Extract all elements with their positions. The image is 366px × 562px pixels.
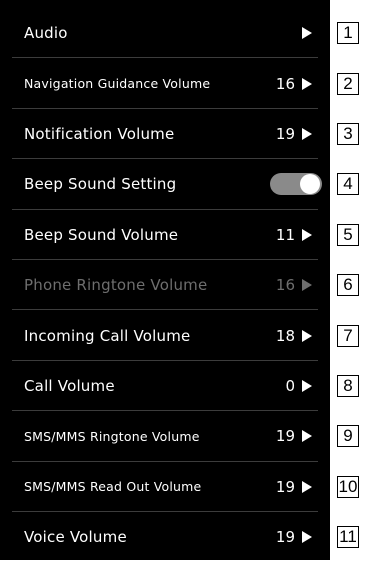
callout-number: 11 <box>337 526 359 549</box>
settings-row[interactable]: Voice Volume 19 <box>0 512 330 562</box>
callout-number: 9 <box>337 425 359 448</box>
settings-row[interactable]: Audio <box>0 8 330 59</box>
right-triangle-icon[interactable] <box>302 228 312 241</box>
settings-row[interactable]: Incoming Call Volume 18 <box>0 310 330 361</box>
settings-row-value: 19 <box>275 427 295 446</box>
settings-row-value: 11 <box>275 225 295 244</box>
settings-row[interactable]: SMS/MMS Read Out Volume 19 <box>0 462 330 512</box>
right-triangle-icon[interactable] <box>302 531 312 544</box>
right-triangle-icon[interactable] <box>302 480 312 493</box>
toggle-knob <box>300 174 320 195</box>
settings-row-label: Voice Volume <box>24 528 127 547</box>
right-triangle-icon[interactable] <box>302 430 312 443</box>
settings-row-label: Audio <box>24 24 68 43</box>
settings-row-value: 16 <box>275 276 295 295</box>
settings-row: Phone Ringtone Volume 16 <box>0 260 330 311</box>
callout-number: 4 <box>337 173 359 196</box>
settings-list: Audio Navigation Guidance Volume 16 Notific… <box>0 8 330 562</box>
settings-row-value: 19 <box>275 528 295 547</box>
callout-number: 2 <box>337 72 359 95</box>
settings-row-value: 0 <box>285 376 295 395</box>
settings-row-label: Beep Sound Volume <box>24 225 179 244</box>
right-triangle-icon[interactable] <box>302 127 312 140</box>
right-triangle-icon[interactable] <box>302 279 312 292</box>
settings-screen: Audio Navigation Guidance Volume 16 Notific… <box>0 0 330 560</box>
settings-row-label: Navigation Guidance Volume <box>24 76 211 92</box>
settings-row-value: 16 <box>275 74 295 93</box>
settings-row-value: 19 <box>275 124 295 143</box>
settings-row[interactable]: Beep Sound Volume 11 <box>0 210 330 260</box>
settings-row-label: Notification Volume <box>24 124 175 143</box>
callout-number: 6 <box>337 274 359 297</box>
callout-number: 8 <box>337 375 359 397</box>
settings-row[interactable]: Beep Sound Setting <box>0 159 330 210</box>
beep-sound-toggle[interactable] <box>270 173 322 196</box>
settings-row-value: 18 <box>275 326 295 345</box>
settings-row[interactable]: Navigation Guidance Volume 16 <box>0 58 330 109</box>
right-triangle-icon[interactable] <box>302 77 312 90</box>
settings-row-value: 19 <box>275 477 295 496</box>
settings-row-label: Call Volume <box>24 376 115 395</box>
callout-number: 5 <box>337 223 359 246</box>
settings-row-label: Beep Sound Setting <box>24 175 177 194</box>
callout-number: 10 <box>337 475 359 498</box>
callout-number: 1 <box>337 22 359 45</box>
settings-row[interactable]: SMS/MMS Ringtone Volume 19 <box>0 411 330 462</box>
settings-row-label: SMS/MMS Ringtone Volume <box>24 428 200 444</box>
callout-number: 3 <box>337 123 359 145</box>
settings-row[interactable]: Call Volume 0 <box>0 361 330 412</box>
callout-number: 7 <box>337 324 359 347</box>
right-triangle-icon[interactable] <box>302 27 312 40</box>
right-triangle-icon[interactable] <box>302 329 312 342</box>
settings-row-label: SMS/MMS Read Out Volume <box>24 479 202 495</box>
settings-row-label: Phone Ringtone Volume <box>24 276 208 295</box>
settings-row-label: Incoming Call Volume <box>24 326 191 345</box>
settings-row[interactable]: Notification Volume 19 <box>0 109 330 160</box>
right-triangle-icon[interactable] <box>302 379 312 392</box>
